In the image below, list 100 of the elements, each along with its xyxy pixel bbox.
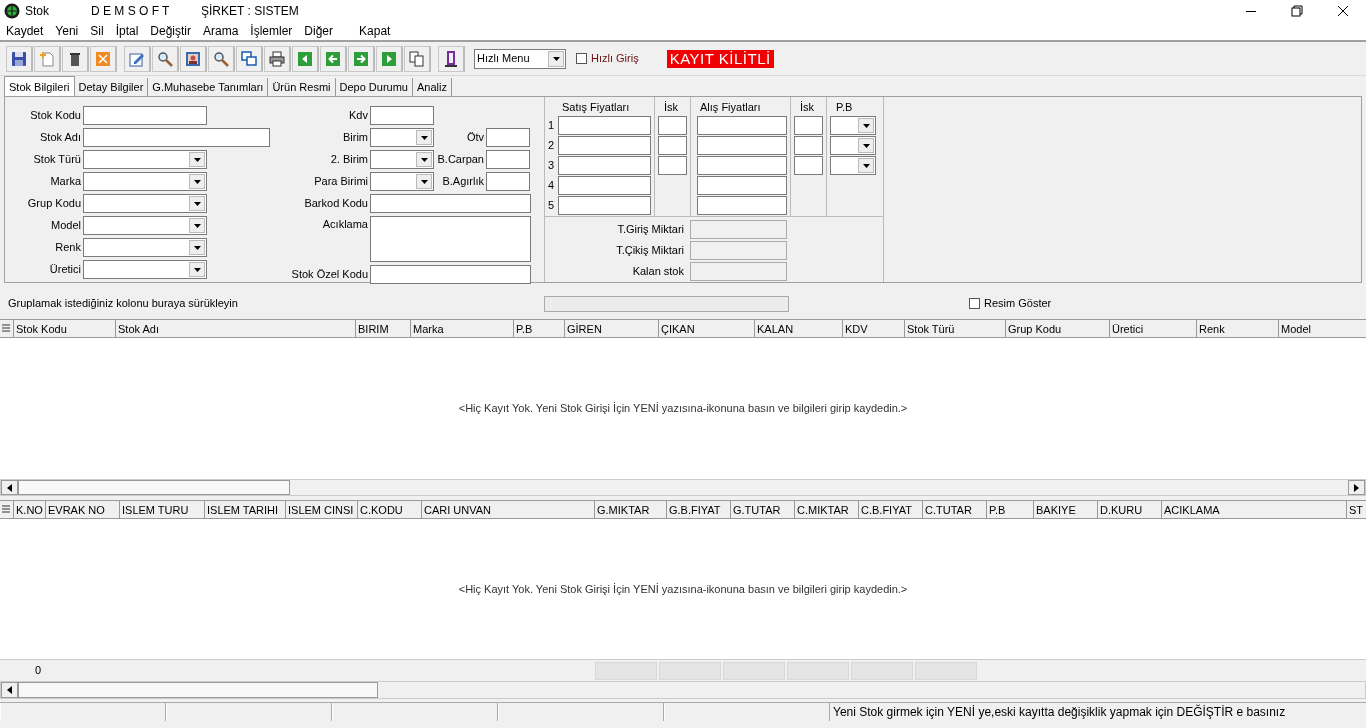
column-header[interactable]: C.KODU xyxy=(358,501,422,518)
printer-button[interactable] xyxy=(264,45,291,72)
column-header[interactable]: P.B xyxy=(987,501,1034,518)
combo-box[interactable] xyxy=(83,238,207,257)
text-field[interactable] xyxy=(558,196,651,215)
column-header[interactable]: C.MIKTAR xyxy=(795,501,859,518)
memo-field[interactable] xyxy=(370,216,531,262)
column-header[interactable]: Grup Kodu xyxy=(1006,320,1110,337)
column-header[interactable]: ACIKLAMA xyxy=(1162,501,1347,518)
combo-box[interactable] xyxy=(370,128,434,147)
column-header[interactable]: ISLEM CINSI xyxy=(286,501,358,518)
column-header[interactable]: Stok Türü xyxy=(905,320,1006,337)
combo-box[interactable] xyxy=(370,150,434,169)
edit-button[interactable] xyxy=(124,45,151,72)
scroll-left-button[interactable] xyxy=(1,480,18,495)
text-field[interactable] xyxy=(486,128,530,147)
horizontal-scrollbar[interactable] xyxy=(0,479,1366,496)
dropdown-button[interactable] xyxy=(189,218,205,233)
checkbox[interactable] xyxy=(969,298,980,309)
text-field[interactable] xyxy=(83,128,270,147)
dropdown-button[interactable] xyxy=(858,138,874,153)
menu-item[interactable]: İşlemler xyxy=(244,22,299,40)
column-header[interactable]: G.B.FIYAT xyxy=(667,501,731,518)
text-field[interactable] xyxy=(794,156,823,175)
column-header[interactable]: C.TUTAR xyxy=(923,501,987,518)
dropdown-button[interactable] xyxy=(189,240,205,255)
dropdown-button[interactable] xyxy=(416,174,432,189)
column-header[interactable]: K.NO xyxy=(14,501,46,518)
column-chooser-button[interactable] xyxy=(0,320,14,337)
combo-box[interactable] xyxy=(83,150,207,169)
dropdown-button[interactable] xyxy=(189,152,205,167)
text-field[interactable] xyxy=(370,194,531,213)
dropdown-button[interactable] xyxy=(416,152,432,167)
dropdown-button[interactable] xyxy=(189,262,205,277)
text-field[interactable] xyxy=(697,196,787,215)
tab[interactable]: Stok Bilgileri xyxy=(4,76,75,96)
scroll-thumb[interactable] xyxy=(18,480,290,495)
menu-item[interactable]: İptal xyxy=(109,22,145,40)
scroll-right-button[interactable] xyxy=(1348,480,1365,495)
column-header[interactable]: ST xyxy=(1347,501,1366,518)
horizontal-scrollbar[interactable] xyxy=(0,681,1366,699)
column-header[interactable]: C.B.FIYAT xyxy=(859,501,923,518)
column-header[interactable]: Üretici xyxy=(1110,320,1197,337)
checkbox[interactable] xyxy=(576,53,587,64)
dropdown-button[interactable] xyxy=(858,158,874,173)
column-header[interactable]: KALAN xyxy=(755,320,843,337)
menu-item[interactable]: Kapat xyxy=(353,22,397,40)
column-header[interactable]: KDV xyxy=(843,320,905,337)
column-header[interactable]: G.TUTAR xyxy=(731,501,795,518)
text-field[interactable] xyxy=(658,136,687,155)
column-header[interactable]: Marka xyxy=(411,320,514,337)
combo-box[interactable] xyxy=(370,172,434,191)
column-header[interactable]: GİREN xyxy=(565,320,659,337)
readonly-field[interactable] xyxy=(690,220,787,239)
combo-box[interactable] xyxy=(830,136,876,155)
search-button[interactable] xyxy=(152,45,179,72)
readonly-field[interactable] xyxy=(690,241,787,260)
column-header[interactable]: CARI UNVAN xyxy=(422,501,595,518)
text-field[interactable] xyxy=(486,150,530,169)
column-header[interactable]: BAKIYE xyxy=(1034,501,1098,518)
search-button[interactable] xyxy=(208,45,235,72)
dropdown-button[interactable] xyxy=(189,196,205,211)
menu-item[interactable]: Değiştir xyxy=(144,22,197,40)
column-header[interactable]: ISLEM TARIHI xyxy=(205,501,286,518)
text-field[interactable] xyxy=(697,136,787,155)
trash-button[interactable] xyxy=(62,45,89,72)
scroll-left-button[interactable] xyxy=(1,682,18,698)
column-header[interactable]: P.B xyxy=(514,320,565,337)
column-header[interactable]: Renk xyxy=(1197,320,1279,337)
text-field[interactable] xyxy=(558,156,651,175)
last-button[interactable] xyxy=(376,45,403,72)
text-field[interactable] xyxy=(370,265,531,284)
text-field[interactable] xyxy=(697,156,787,175)
menu-item[interactable]: Arama xyxy=(197,22,245,40)
menu-item[interactable]: Diğer xyxy=(298,22,340,40)
text-field[interactable] xyxy=(558,176,651,195)
column-header[interactable]: ÇIKAN xyxy=(659,320,755,337)
text-field[interactable] xyxy=(83,106,207,125)
column-header[interactable]: BIRIM xyxy=(356,320,411,337)
combo-box[interactable] xyxy=(830,156,876,175)
text-field[interactable] xyxy=(697,116,787,135)
menu-item[interactable]: Kaydet xyxy=(0,22,50,40)
dropdown-button[interactable] xyxy=(858,118,874,133)
text-field[interactable] xyxy=(486,172,530,191)
text-field[interactable] xyxy=(697,176,787,195)
column-header[interactable]: G.MIKTAR xyxy=(595,501,667,518)
save-button[interactable] xyxy=(6,45,33,72)
windows-button[interactable] xyxy=(236,45,263,72)
combo-box[interactable] xyxy=(83,260,207,279)
dropdown-button[interactable] xyxy=(189,174,205,189)
scroll-thumb[interactable] xyxy=(18,682,378,698)
column-header[interactable]: D.KURU xyxy=(1098,501,1162,518)
dropdown-button[interactable] xyxy=(548,50,564,67)
column-header[interactable]: Model xyxy=(1279,320,1366,337)
combo-box[interactable] xyxy=(83,194,207,213)
text-field[interactable] xyxy=(794,136,823,155)
quick-menu-dropdown[interactable]: Hızlı Menu xyxy=(474,48,566,69)
text-field[interactable] xyxy=(558,136,651,155)
combo-box[interactable] xyxy=(83,172,207,191)
column-header[interactable]: Stok Adı xyxy=(116,320,356,337)
